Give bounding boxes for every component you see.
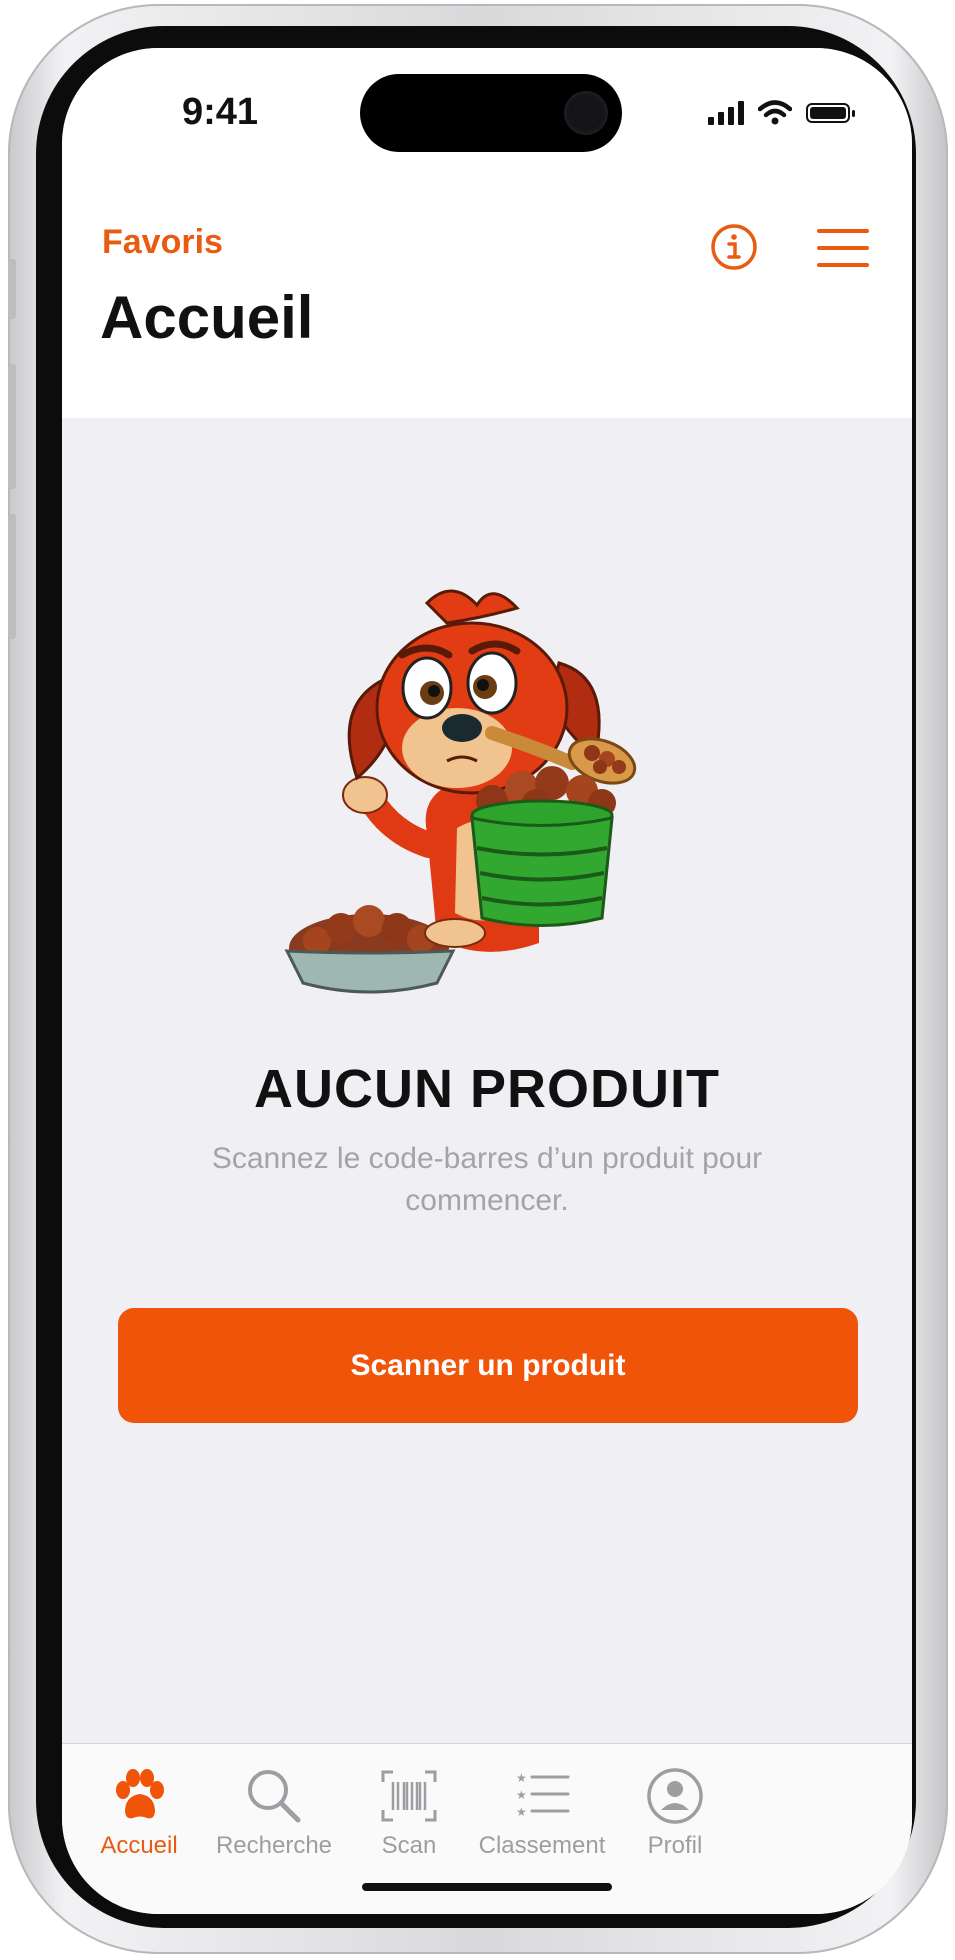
tab-label: Classement [478,1832,606,1859]
search-icon [248,1770,301,1823]
info-icon[interactable] [710,223,758,271]
status-bar: 9:41 [62,48,912,183]
app-screen: 9:41 Favoris Accueil AUCUN PRODUIT Scann… [62,48,912,1914]
status-time: 9:41 [182,91,259,133]
empty-state-description: Scannez le code-barres d’un produit pour… [211,1142,763,1217]
mute-switch [8,259,16,319]
profile-icon [647,1768,703,1824]
svg-text:★: ★ [516,1805,527,1819]
camera-icon [564,91,608,135]
wifi-icon [758,100,792,125]
tab-label: Accueil [100,1832,178,1859]
scan-product-button[interactable]: Scanner un produit [118,1308,858,1423]
svg-text:★: ★ [516,1771,527,1785]
favorites-link[interactable]: Favoris [102,223,223,262]
volume-down-button [8,514,16,639]
status-icons [708,100,855,126]
svg-text:★: ★ [516,1788,527,1802]
dynamic-island [360,74,622,152]
hamburger-menu-icon[interactable] [817,227,869,269]
ranking-list-icon: ★ ★ ★ [516,1771,570,1819]
battery-icon [806,103,855,123]
paw-icon [116,1769,164,1819]
volume-up-button [8,364,16,489]
cellular-signal-icon [708,101,744,125]
home-indicator[interactable] [362,1883,612,1891]
tab-label: Scan [381,1832,437,1859]
tab-label: Recherche [215,1832,333,1859]
empty-state-headline: AUCUN PRODUIT [254,1059,720,1119]
empty-state: AUCUN PRODUIT Scannez le code-barres d’u… [62,418,912,1743]
navigation-bar: Favoris Accueil [62,183,912,418]
page-title: Accueil [100,284,314,351]
tab-profil[interactable]: Profil [590,1744,760,1864]
dog-mascot-illustration [284,589,637,994]
tab-label: Profil [647,1832,703,1859]
barcode-scan-icon [381,1770,437,1822]
